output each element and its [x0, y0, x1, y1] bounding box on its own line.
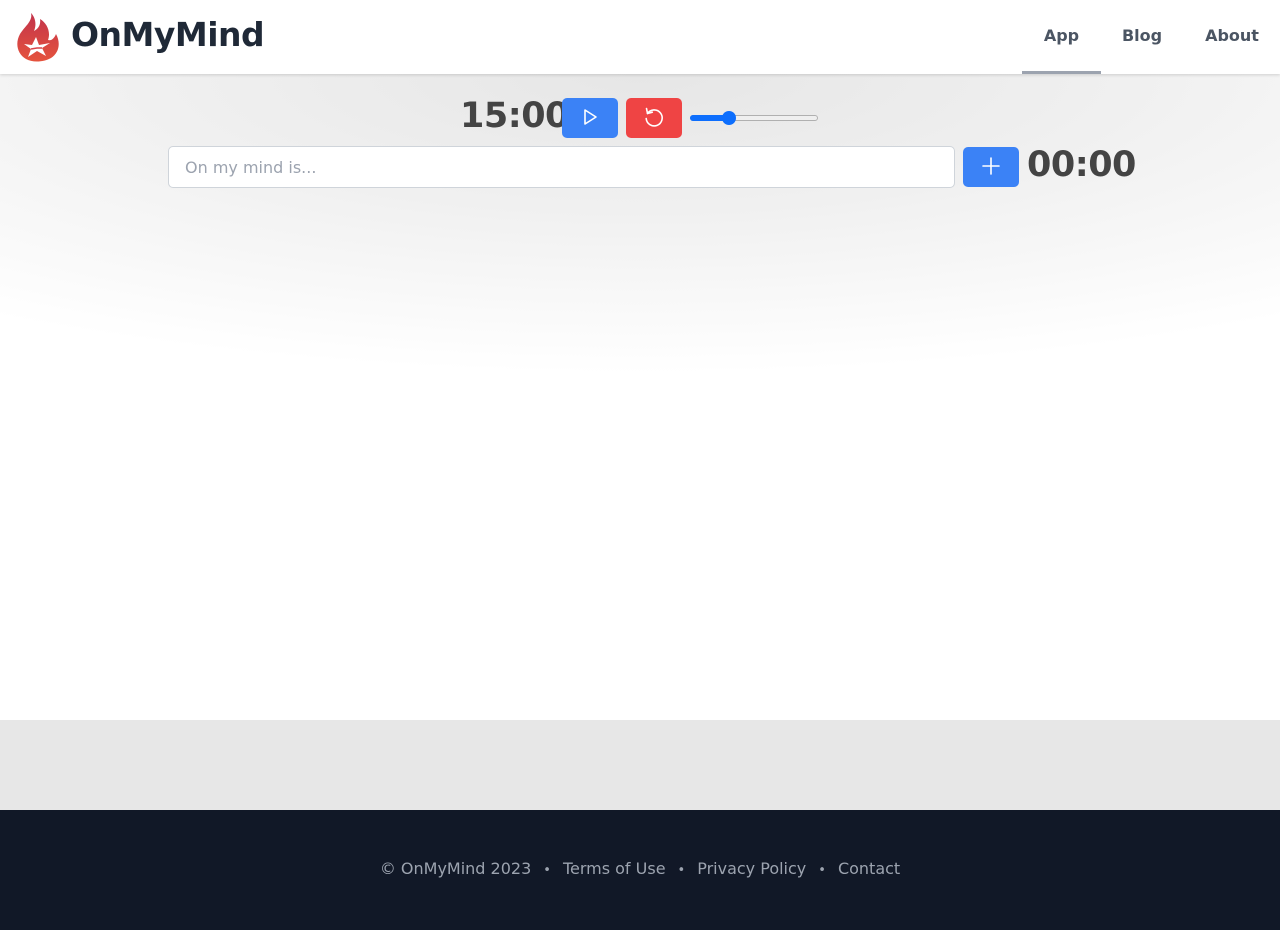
- footer-link-privacy[interactable]: Privacy Policy: [697, 859, 806, 878]
- slider-thumb[interactable]: [721, 111, 736, 125]
- brand-name[interactable]: OnMyMind: [71, 15, 265, 54]
- site-header: OnMyMind App Blog About: [0, 0, 1280, 74]
- reset-button[interactable]: [626, 98, 682, 138]
- countdown-timer: 15:00: [460, 96, 569, 136]
- footer-copyright: © OnMyMind 2023: [379, 859, 532, 878]
- play-button[interactable]: [562, 98, 618, 138]
- footer-link-contact[interactable]: Contact: [838, 859, 900, 878]
- duration-slider[interactable]: [690, 110, 818, 126]
- nav-about[interactable]: About: [1196, 0, 1268, 74]
- footer-separator: •: [677, 863, 686, 878]
- footer-separator: •: [543, 863, 551, 878]
- flame-logo-icon[interactable]: [14, 12, 60, 62]
- reset-icon: [642, 105, 666, 132]
- content-divider-band: [0, 720, 1280, 810]
- footer-link-terms[interactable]: Terms of Use: [563, 859, 666, 878]
- play-icon: [581, 108, 599, 129]
- mind-input[interactable]: [168, 146, 955, 188]
- footer-links: © OnMyMind 2023 • Terms of Use • Privacy Pol…: [0, 859, 1280, 878]
- nav-app[interactable]: App: [1022, 0, 1101, 74]
- elapsed-timer: 00:00: [1027, 145, 1136, 185]
- add-entry-button[interactable]: [963, 147, 1019, 187]
- plus-icon: [981, 156, 1001, 179]
- nav-blog[interactable]: Blog: [1112, 0, 1172, 74]
- footer-separator: •: [818, 863, 826, 878]
- site-footer: © OnMyMind 2023 • Terms of Use • Privacy Pol…: [0, 810, 1280, 930]
